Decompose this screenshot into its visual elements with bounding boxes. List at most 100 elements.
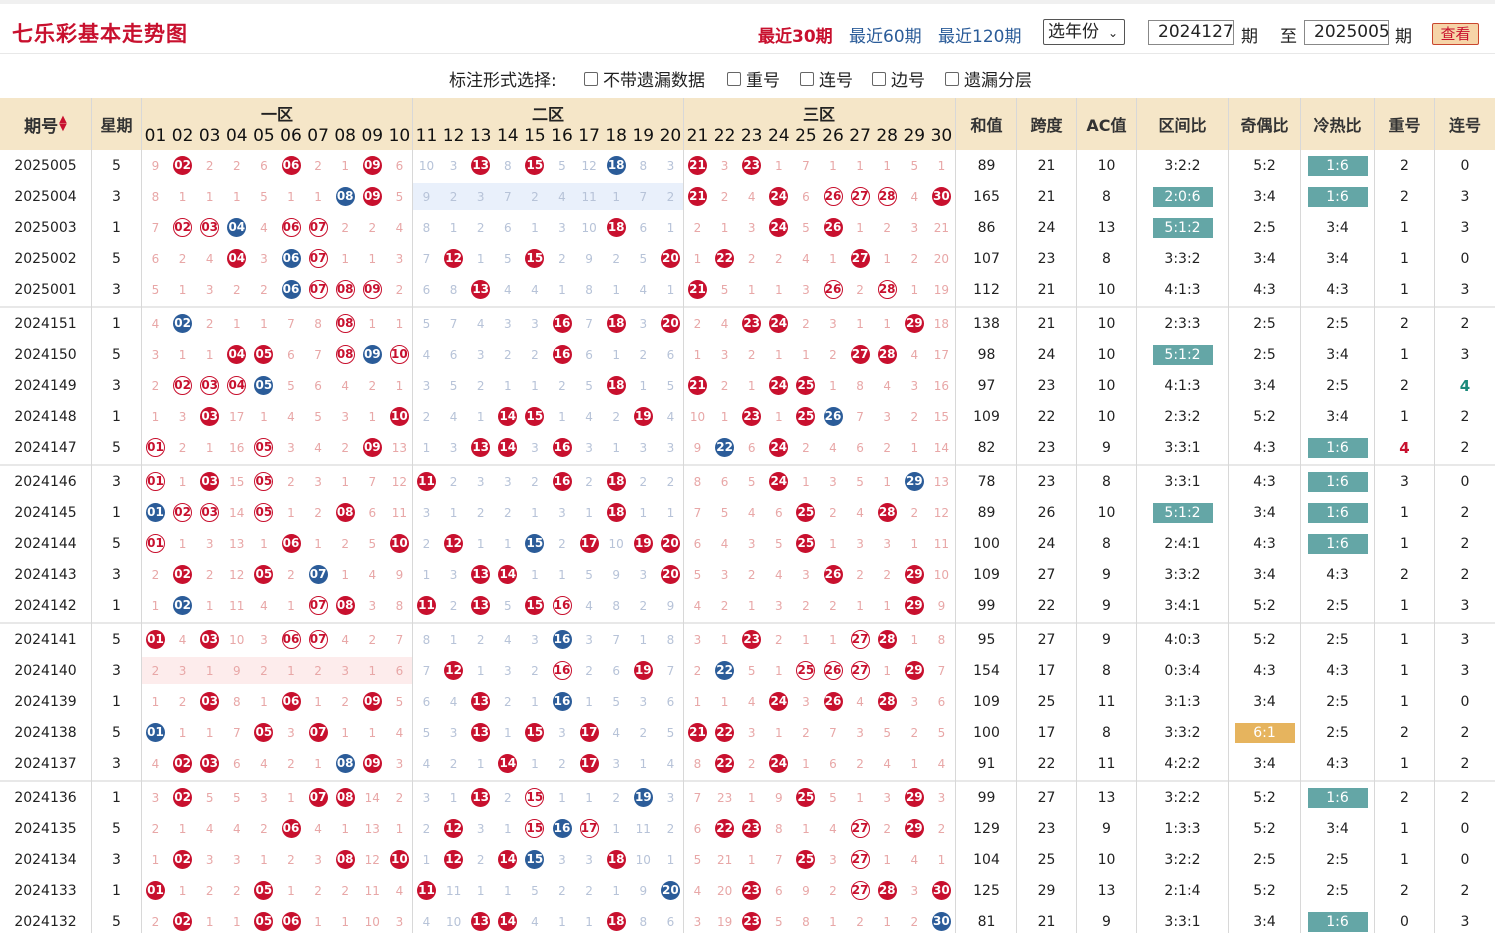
ball-icon: 24	[769, 187, 789, 206]
issue-cell: 2024141	[14, 631, 77, 648]
ac-header: AC值	[1086, 116, 1127, 135]
missing-count: 12	[391, 474, 408, 489]
missing-count: 5	[612, 694, 620, 709]
issue-cell: 2024132	[14, 913, 77, 930]
checkbox[interactable]	[727, 71, 741, 86]
column-divider	[1016, 98, 1017, 933]
missing-count: 3	[205, 536, 214, 551]
missing-count: 1	[476, 663, 485, 678]
ball-icon: 01	[146, 438, 165, 457]
repeat-cell: 2	[1400, 157, 1409, 174]
zone-ratio-cell: 5:1:2	[1137, 497, 1228, 528]
missing-count: 4	[260, 220, 268, 235]
query-button[interactable]: 查看	[1432, 23, 1479, 45]
missing-count: 5	[314, 409, 322, 424]
ball-icon: 13	[471, 565, 491, 584]
drawn-ball: 02	[169, 370, 196, 401]
missing-count: 15	[229, 474, 245, 489]
ball-icon: 08	[335, 788, 355, 807]
missing-count: 1	[802, 474, 810, 489]
to-issue-input[interactable]: 2025005	[1304, 20, 1390, 45]
issue-header[interactable]: 期号 ▲ ▼	[0, 98, 91, 150]
option-edge[interactable]: 边号	[872, 66, 925, 91]
drawn-ball: 15	[521, 717, 548, 748]
from-issue-input[interactable]: 2024127	[1148, 20, 1234, 45]
missing-count: 2	[585, 883, 593, 898]
ball-icon: 24	[769, 218, 789, 237]
missing-count: 6	[774, 505, 783, 520]
missing-count: 9	[585, 251, 593, 266]
ball-icon: 20	[660, 534, 680, 553]
ball-icon: 26	[823, 692, 843, 711]
checkbox[interactable]	[945, 71, 959, 86]
missing-count: 1	[287, 189, 295, 204]
drawn-ball: 12	[440, 655, 467, 686]
zone-ratio-cell: 4:0:3	[1164, 631, 1201, 648]
drawn-ball: 15	[521, 813, 548, 844]
issue-cell: 2025001	[14, 281, 77, 298]
missing-count: 6	[639, 220, 648, 235]
option-no-missing[interactable]: 不带遗漏数据	[584, 66, 705, 91]
span-cell: 25	[1037, 693, 1056, 710]
missing-count: 4	[747, 694, 756, 709]
missing-count: 15	[933, 409, 950, 424]
ball-icon: 14	[498, 754, 518, 773]
ball-icon: 27	[850, 187, 870, 206]
ball-icon: 09	[362, 345, 382, 364]
ball-icon: 08	[335, 503, 355, 522]
ball-icon: 03	[200, 754, 220, 773]
missing-count: 16	[933, 378, 950, 393]
missing-count: 4	[205, 251, 214, 266]
odd-even-cell: 5:2	[1253, 597, 1276, 614]
missing-count: 1	[368, 251, 377, 266]
ball-icon: 25	[796, 534, 816, 553]
missing-count: 1	[232, 914, 241, 929]
missing-count: 4	[503, 632, 512, 647]
ball-icon: 02	[173, 596, 193, 615]
number-header-12: 12	[442, 126, 465, 146]
missing-count: 1	[937, 158, 946, 173]
cold-hot-cell: 1:6	[1301, 497, 1374, 528]
ball-icon: 27	[850, 661, 870, 680]
option-consecutive[interactable]: 连号	[800, 66, 853, 91]
checkbox[interactable]	[800, 71, 814, 86]
drawn-ball: 02	[169, 782, 196, 813]
checkbox[interactable]	[872, 71, 886, 86]
missing-count: 5	[910, 158, 919, 173]
missing-count: 6	[829, 756, 837, 771]
missing-count: 4	[666, 409, 675, 424]
missing-count: 4	[531, 282, 539, 297]
consec-cell: 0	[1460, 820, 1470, 837]
drawn-ball: 23	[738, 150, 765, 181]
missing-count: 5	[422, 725, 431, 740]
drawn-ball: 16	[549, 466, 576, 497]
missing-count: 2	[503, 790, 512, 805]
year-select[interactable]: 选年份 ⌄	[1043, 19, 1125, 45]
drawn-ball: 27	[847, 339, 874, 370]
ball-icon: 14	[498, 438, 518, 457]
missing-count: 2	[287, 756, 295, 771]
recent-30-link[interactable]: 最近30期	[758, 22, 833, 47]
missing-count: 1	[260, 694, 268, 709]
missing-count: 1	[666, 505, 675, 520]
ball-icon: 08	[335, 345, 355, 364]
missing-count: 2	[693, 220, 702, 235]
number-header-18: 18	[605, 126, 627, 146]
option-missing-layer[interactable]: 遗漏分层	[945, 66, 1032, 91]
missing-count: 3	[503, 316, 512, 331]
checkbox[interactable]	[584, 71, 598, 86]
missing-count: 5	[639, 251, 648, 266]
drawn-ball: 09	[359, 748, 386, 779]
option-repeat[interactable]: 重号	[727, 66, 780, 91]
missing-count: 8	[314, 316, 322, 331]
ac-cell: 10	[1097, 281, 1116, 298]
missing-count: 1	[178, 282, 187, 297]
drawn-ball: 15	[521, 528, 548, 559]
consec-cell: 3	[1460, 662, 1470, 679]
number-header-23: 23	[740, 126, 763, 146]
drawn-ball: 29	[901, 655, 928, 686]
recent-60-link[interactable]: 最近60期	[849, 22, 922, 47]
recent-120-link[interactable]: 最近120期	[938, 22, 1021, 47]
missing-count: 4	[449, 694, 458, 709]
missing-count: 7	[368, 474, 377, 489]
